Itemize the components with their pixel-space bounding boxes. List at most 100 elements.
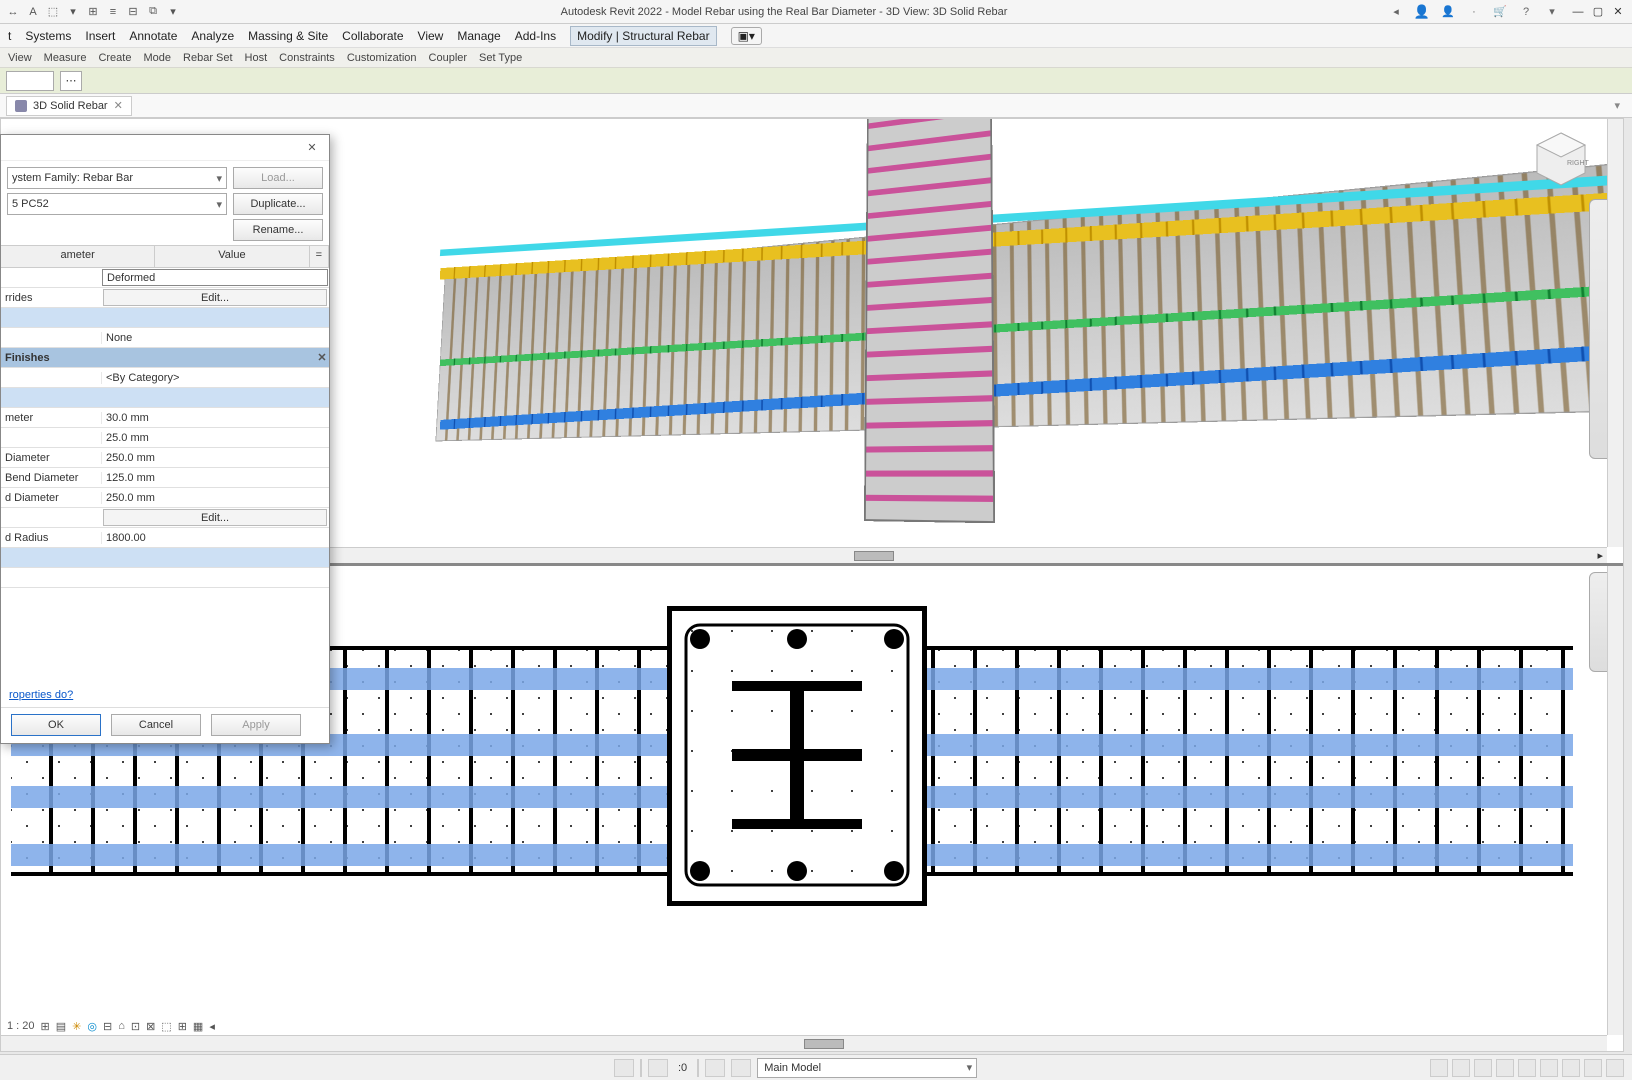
minimize-button[interactable]: — bbox=[1570, 4, 1586, 20]
grid-row[interactable]: rridesEdit... bbox=[1, 288, 329, 308]
restore-button[interactable]: ▢ bbox=[1590, 4, 1606, 20]
edit-button-cell[interactable]: Edit... bbox=[103, 289, 327, 306]
view-tabs-overflow-icon[interactable]: ▾ bbox=[1614, 99, 1626, 112]
vc2-icon-5[interactable]: ⊟ bbox=[103, 1020, 112, 1033]
align-icon[interactable]: ≡ bbox=[106, 5, 120, 19]
grid-row[interactable] bbox=[1, 568, 329, 588]
status-tool-2[interactable] bbox=[648, 1059, 668, 1077]
header-pin-icon[interactable]: = bbox=[310, 246, 329, 267]
grid-row[interactable]: Edit... bbox=[1, 508, 329, 528]
grid-row[interactable]: Diameter250.0 mm bbox=[1, 448, 329, 468]
grid-section-row[interactable]: Finishes✕ bbox=[1, 348, 329, 368]
vc2-icon-3[interactable]: ✳ bbox=[72, 1020, 81, 1033]
menu-manage[interactable]: Manage bbox=[457, 29, 500, 43]
dropdown4-icon[interactable]: ▾ bbox=[1544, 4, 1560, 20]
sr-tool-8[interactable] bbox=[1584, 1059, 1602, 1077]
scrollbar-vertical-2d[interactable] bbox=[1607, 566, 1623, 1035]
menu-massing[interactable]: Massing & Site bbox=[248, 29, 328, 43]
duplicate-button[interactable]: Duplicate... bbox=[233, 193, 323, 215]
view-tab-close-icon[interactable]: ✕ bbox=[114, 99, 123, 112]
value-cell[interactable]: 250.0 mm bbox=[101, 492, 329, 504]
dialog-close-icon[interactable]: ✕ bbox=[303, 139, 321, 157]
value-cell[interactable]: 30.0 mm bbox=[101, 412, 329, 424]
value-cell[interactable]: <By Category> bbox=[101, 372, 329, 384]
grid-row[interactable]: Deformed bbox=[1, 268, 329, 288]
vc2-icon-9[interactable]: ⬚ bbox=[161, 1020, 171, 1033]
dropdown3-icon[interactable]: ◂ bbox=[1388, 4, 1404, 20]
expand-icon[interactable]: ✕ bbox=[315, 351, 329, 364]
grid-row[interactable] bbox=[1, 308, 329, 328]
grid-row[interactable]: None bbox=[1, 328, 329, 348]
measure-icon[interactable]: ↔ bbox=[6, 5, 20, 19]
menu-addins[interactable]: Add-Ins bbox=[515, 29, 556, 43]
grid-row[interactable]: d Diameter250.0 mm bbox=[1, 488, 329, 508]
grid-row[interactable]: d Radius1800.00 bbox=[1, 528, 329, 548]
menu-systems[interactable]: Systems bbox=[25, 29, 71, 43]
sr-tool-3[interactable] bbox=[1474, 1059, 1492, 1077]
vc2-icon-8[interactable]: ⊠ bbox=[146, 1020, 155, 1033]
vc2-icon-12[interactable]: ◂ bbox=[209, 1020, 215, 1033]
status-tool-4[interactable] bbox=[731, 1059, 751, 1077]
options-combo[interactable] bbox=[6, 71, 54, 91]
value-cell[interactable]: 25.0 mm bbox=[101, 432, 329, 444]
menu-modify[interactable]: Modify | Structural Rebar bbox=[570, 26, 717, 46]
value-cell[interactable]: None bbox=[101, 332, 329, 344]
grid-row[interactable]: Bend Diameter125.0 mm bbox=[1, 468, 329, 488]
view-scale[interactable]: 1 : 20 bbox=[7, 1020, 35, 1032]
load-button[interactable]: Load... bbox=[233, 167, 323, 189]
sr-tool-7[interactable] bbox=[1562, 1059, 1580, 1077]
cancel-button[interactable]: Cancel bbox=[111, 714, 201, 736]
sr-tool-5[interactable] bbox=[1518, 1059, 1536, 1077]
menu-annotate[interactable]: Annotate bbox=[129, 29, 177, 43]
dropdown2-icon[interactable]: ▾ bbox=[166, 5, 180, 19]
vc2-icon-7[interactable]: ⊡ bbox=[131, 1020, 140, 1033]
grid-row[interactable] bbox=[1, 548, 329, 568]
user-icon[interactable]: 👤 bbox=[1440, 4, 1456, 20]
vc2-icon-10[interactable]: ⊞ bbox=[178, 1020, 187, 1033]
value-cell[interactable]: 250.0 mm bbox=[101, 452, 329, 464]
view-cube[interactable]: RIGHT bbox=[1529, 125, 1593, 195]
sr-tool-4[interactable] bbox=[1496, 1059, 1514, 1077]
sr-tool-9[interactable] bbox=[1606, 1059, 1624, 1077]
menu-overflow-icon[interactable]: ▣▾ bbox=[731, 27, 762, 45]
scroll-thumb-2d[interactable] bbox=[804, 1039, 844, 1049]
cart-icon[interactable]: 🛒 bbox=[1492, 4, 1508, 20]
section-icon[interactable]: ⊞ bbox=[86, 5, 100, 19]
grid-row[interactable]: meter30.0 mm bbox=[1, 408, 329, 428]
family-selector[interactable]: ystem Family: Rebar Bar bbox=[7, 167, 227, 189]
grid-row[interactable]: <By Category> bbox=[1, 368, 329, 388]
value-cell[interactable]: Deformed bbox=[102, 269, 328, 286]
menu-insert[interactable]: Insert bbox=[85, 29, 115, 43]
search-icon[interactable]: 👤 bbox=[1414, 4, 1430, 20]
close-button[interactable]: ✕ bbox=[1610, 4, 1626, 20]
rename-button[interactable]: Rename... bbox=[233, 219, 323, 241]
scroll-thumb-3d[interactable] bbox=[854, 551, 894, 561]
value-cell[interactable]: 1800.00 bbox=[101, 532, 329, 544]
vc2-icon-11[interactable]: ▦ bbox=[193, 1020, 203, 1033]
sr-tool-1[interactable] bbox=[1430, 1059, 1448, 1077]
type-selector[interactable]: 5 PC52 bbox=[7, 193, 227, 215]
apply-button[interactable]: Apply bbox=[211, 714, 301, 736]
sr-tool-2[interactable] bbox=[1452, 1059, 1470, 1077]
sr-tool-6[interactable] bbox=[1540, 1059, 1558, 1077]
vc2-icon-2[interactable]: ▤ bbox=[56, 1020, 66, 1033]
scrollbar-horizontal-2d[interactable] bbox=[1, 1035, 1607, 1051]
scroll-right-icon[interactable]: ▸ bbox=[1597, 549, 1603, 562]
value-cell[interactable]: 125.0 mm bbox=[101, 472, 329, 484]
properties-help-link[interactable]: roperties do? bbox=[1, 683, 329, 707]
menu-collaborate[interactable]: Collaborate bbox=[342, 29, 403, 43]
menu-analyze[interactable]: Analyze bbox=[191, 29, 234, 43]
menu-t[interactable]: t bbox=[8, 29, 11, 43]
grid-row[interactable]: 25.0 mm bbox=[1, 428, 329, 448]
ok-button[interactable]: OK bbox=[11, 714, 101, 736]
text-a-icon[interactable]: A bbox=[26, 5, 40, 19]
vc2-icon-4[interactable]: ◎ bbox=[87, 1020, 97, 1033]
help-icon[interactable]: ? bbox=[1518, 4, 1534, 20]
vc2-icon-6[interactable]: ⌂ bbox=[118, 1020, 125, 1032]
status-tool-1[interactable] bbox=[614, 1059, 634, 1077]
edit-button-cell[interactable]: Edit... bbox=[103, 509, 327, 526]
status-tool-3[interactable] bbox=[705, 1059, 725, 1077]
grid-icon[interactable]: ⊟ bbox=[126, 5, 140, 19]
scrollbar-vertical-3d[interactable] bbox=[1607, 119, 1623, 547]
workset-selector[interactable]: Main Model bbox=[757, 1058, 977, 1078]
